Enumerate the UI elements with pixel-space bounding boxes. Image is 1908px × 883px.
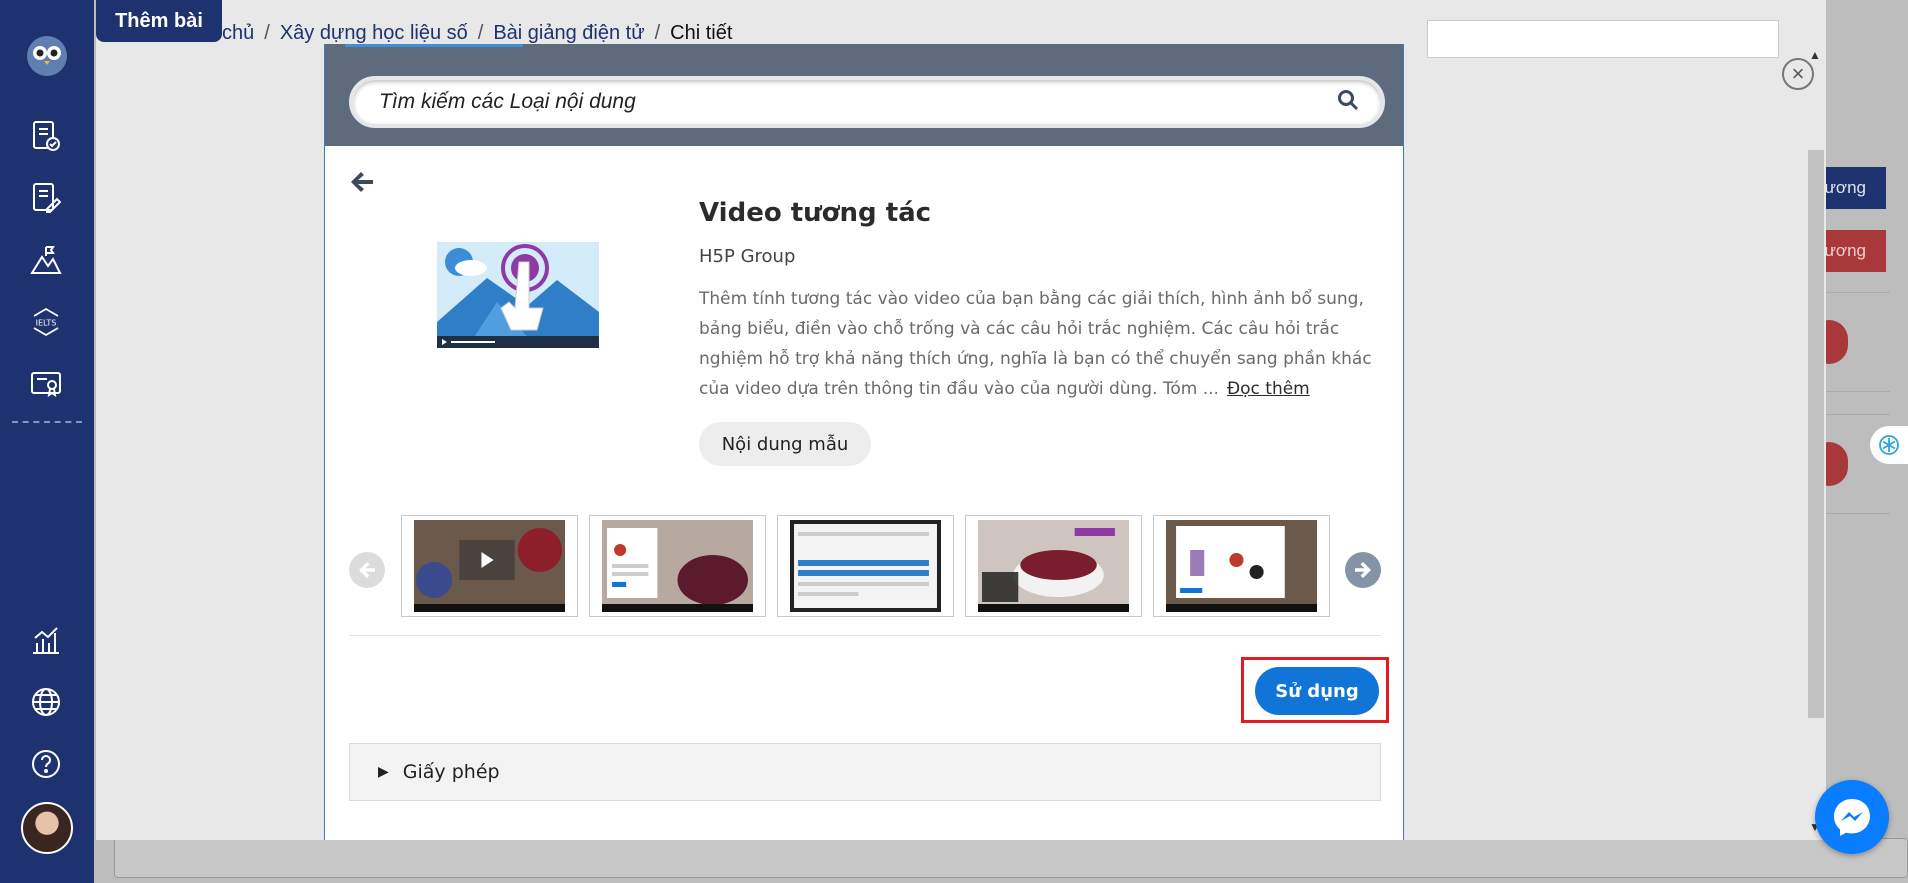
- landscape-flag-icon[interactable]: [26, 240, 66, 280]
- content-type-search-input[interactable]: Tìm kiếm các Loại nội dung: [349, 76, 1385, 128]
- demo-content-label: Nội dung mẫu: [721, 433, 849, 455]
- help-icon[interactable]: [26, 744, 66, 784]
- messenger-icon: [1834, 799, 1870, 836]
- caret-right-icon: ▶: [378, 764, 389, 780]
- carousel-prev-button[interactable]: [349, 552, 385, 588]
- h5p-hub-panel: Tìm kiếm các Loại nội dung Video tương t…: [324, 44, 1404, 840]
- scroll-up-icon[interactable]: ▲: [1809, 48, 1821, 62]
- add-lesson-tab[interactable]: Thêm bài: [96, 0, 222, 42]
- close-icon[interactable]: ×: [1782, 58, 1814, 90]
- ielts-icon[interactable]: IELTS: [26, 302, 66, 342]
- messenger-chat-button[interactable]: [1815, 780, 1889, 854]
- certificate-icon[interactable]: [26, 364, 66, 404]
- content-type-title: Video tương tác: [699, 198, 932, 228]
- search-icon[interactable]: [1337, 89, 1359, 116]
- content-type-description: Thêm tính tương tác vào video của bạn bằ…: [699, 284, 1385, 404]
- breadcrumb-separator: /: [264, 22, 270, 44]
- add-lesson-label: Thêm bài: [115, 9, 203, 32]
- left-sidebar: IELTS: [0, 0, 94, 883]
- demo-content-button[interactable]: Nội dung mẫu: [699, 422, 871, 466]
- assignment-check-icon[interactable]: [26, 116, 66, 156]
- read-more-link[interactable]: Đọc thêm: [1227, 379, 1310, 399]
- breadcrumb-current: Chi tiết: [670, 22, 733, 44]
- editor-form-screenshot: [790, 520, 941, 612]
- section-divider: [349, 635, 1381, 636]
- screenshot-thumbnail[interactable]: [1153, 515, 1330, 617]
- breadcrumb-digital-materials[interactable]: Xây dựng học liệu số: [280, 22, 468, 45]
- ai-assistant-icon[interactable]: [1870, 426, 1908, 464]
- chart-icon[interactable]: [26, 620, 66, 660]
- back-arrow-icon[interactable]: [349, 168, 375, 202]
- summary-overlay-screenshot: [1166, 520, 1317, 612]
- breadcrumb-separator: /: [477, 22, 484, 44]
- dialog-scrollbar[interactable]: [1808, 150, 1824, 718]
- sidebar-divider: [12, 421, 82, 423]
- globe-icon[interactable]: [26, 682, 66, 722]
- breadcrumb-separator: /: [654, 22, 661, 44]
- use-button-label: Sử dụng: [1275, 680, 1359, 702]
- content-type-thumbnail: [437, 242, 599, 348]
- strawberry-bowl-screenshot: [978, 520, 1129, 612]
- license-label: Giấy phép: [402, 761, 500, 783]
- screenshot-thumbnail[interactable]: [777, 515, 954, 617]
- hub-header: Tìm kiếm các Loại nội dung: [325, 44, 1403, 146]
- user-avatar[interactable]: [21, 802, 73, 854]
- content-type-owner: H5P Group: [699, 246, 796, 267]
- screenshot-thumbnail[interactable]: [401, 515, 578, 617]
- owl-logo-icon[interactable]: [25, 34, 69, 78]
- edit-doc-icon[interactable]: [26, 178, 66, 218]
- license-accordion[interactable]: ▶ Giấy phép: [349, 743, 1381, 801]
- use-button[interactable]: Sử dụng: [1255, 667, 1379, 715]
- video-smoothie-screenshot: [414, 520, 565, 612]
- dialog-title-input[interactable]: [1427, 20, 1779, 58]
- screenshot-thumbnail[interactable]: [589, 515, 766, 617]
- screenshot-thumbnail[interactable]: [965, 515, 1142, 617]
- strawberry-quiz-screenshot: [602, 520, 753, 612]
- svg-text:IELTS: IELTS: [36, 319, 57, 328]
- carousel-next-button[interactable]: [1345, 552, 1381, 588]
- background-bottom-bar: [114, 838, 1908, 878]
- search-placeholder: Tìm kiếm các Loại nội dung: [379, 90, 636, 113]
- breadcrumb: chủ / Xây dựng học liệu số / Bài giảng đ…: [222, 22, 732, 45]
- breadcrumb-home[interactable]: chủ: [222, 22, 254, 45]
- breadcrumb-e-lectures[interactable]: Bài giảng điện tử: [493, 22, 644, 45]
